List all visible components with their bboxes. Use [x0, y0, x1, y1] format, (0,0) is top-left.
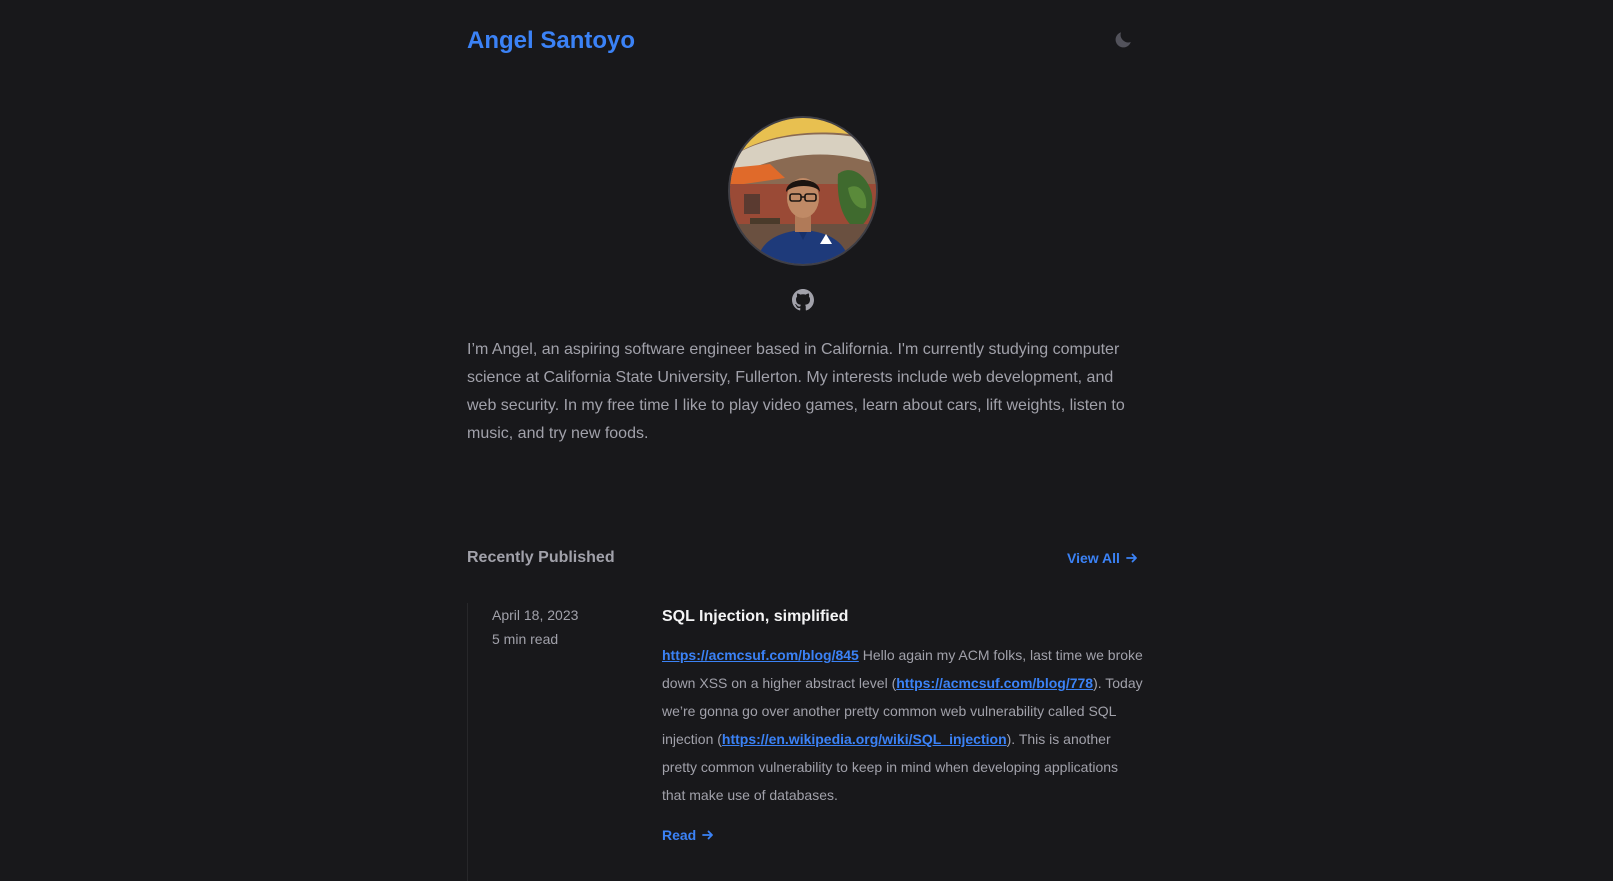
post-read-time: 5 min read	[492, 631, 559, 647]
view-all-link[interactable]: View All	[1067, 548, 1138, 568]
excerpt-link-acm-845[interactable]: https://acmcsuf.com/blog/845	[662, 647, 859, 663]
post-meta: April 18, 2023 5 min read	[492, 603, 578, 651]
read-post-link[interactable]: Read	[662, 825, 714, 845]
avatar	[730, 118, 876, 264]
excerpt-link-acm-778[interactable]: https://acmcsuf.com/blog/778	[896, 675, 1093, 691]
excerpt-link-wikipedia[interactable]: https://en.wikipedia.org/wiki/SQL_inject…	[722, 731, 1007, 747]
post-card: April 18, 2023 5 min read SQL Injection,…	[467, 603, 1148, 881]
view-all-label: View All	[1067, 550, 1120, 566]
github-icon	[792, 289, 814, 311]
moon-icon	[1115, 32, 1131, 48]
github-link[interactable]	[791, 288, 815, 312]
post-date: April 18, 2023	[492, 607, 579, 623]
arrow-right-icon	[1126, 553, 1137, 563]
page: Angel Santoyo I’m Angel, an aspiring sof…	[0, 0, 1613, 881]
site-title-link[interactable]: Angel Santoyo	[467, 26, 635, 56]
read-label: Read	[662, 827, 697, 843]
bio-text: I’m Angel, an aspiring software engineer…	[467, 341, 1125, 442]
recently-published-heading: Recently Published	[467, 549, 615, 566]
post-excerpt: https://acmcsuf.com/blog/845 Hello again…	[662, 641, 1144, 809]
profile-photo	[730, 118, 876, 264]
post-title[interactable]: SQL Injection, simplified	[662, 607, 848, 627]
theme-toggle-button[interactable]	[1110, 27, 1136, 53]
arrow-right-icon	[702, 830, 714, 840]
